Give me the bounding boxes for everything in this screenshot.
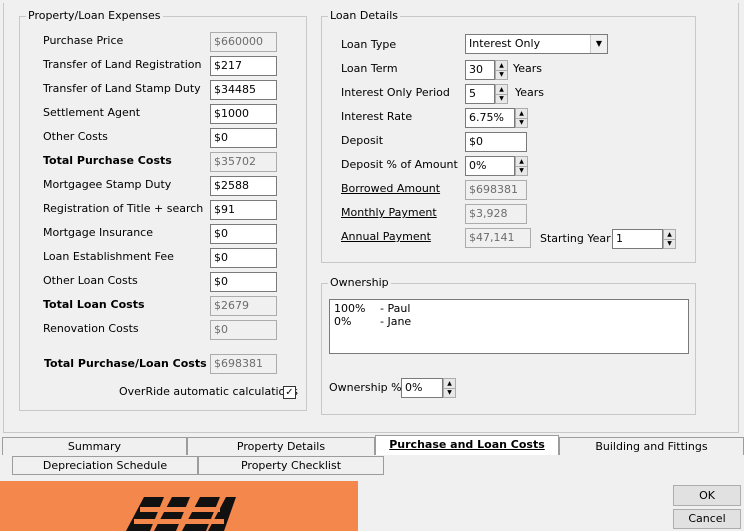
expense-row-field[interactable]: $91 bbox=[210, 200, 277, 220]
loan-type-select[interactable]: Interest Only ▼ bbox=[465, 34, 608, 54]
expense-row-label: Total Purchase Costs bbox=[43, 154, 172, 167]
interest-rate-input[interactable]: 6.75% bbox=[465, 108, 515, 128]
expense-row-label: Mortgage Insurance bbox=[43, 226, 153, 239]
expense-row-field: $0 bbox=[210, 320, 277, 340]
ownership-pct-label: Ownership % bbox=[329, 381, 402, 394]
group-title: Ownership bbox=[328, 276, 391, 289]
expense-row-label: Loan Establishment Fee bbox=[43, 250, 174, 263]
group-title: Property/Loan Expenses bbox=[26, 9, 163, 22]
ownership-pct-input[interactable]: 0% bbox=[401, 378, 443, 398]
tab-summary[interactable]: Summary bbox=[2, 437, 187, 455]
expense-row-label: Total Loan Costs bbox=[43, 298, 145, 311]
expense-row-label: Purchase Price bbox=[43, 34, 124, 47]
expense-row-field[interactable]: $0 bbox=[210, 272, 277, 292]
loan-term-unit: Years bbox=[513, 62, 543, 75]
io-period-input[interactable]: 5 bbox=[465, 84, 495, 104]
monthly-payment-link[interactable]: Monthly Payment bbox=[341, 206, 437, 219]
total-purchase-loan-costs-label: Total Purchase/Loan Costs bbox=[44, 357, 207, 370]
expense-row-label: Mortgagee Stamp Duty bbox=[43, 178, 172, 191]
loan-term-spinner[interactable]: ▲ ▼ bbox=[495, 60, 508, 80]
expense-row-field: $35702 bbox=[210, 152, 277, 172]
tab-property-details[interactable]: Property Details bbox=[187, 437, 375, 455]
deposit-input[interactable]: $0 bbox=[465, 132, 527, 152]
expense-row-field[interactable]: $217 bbox=[210, 56, 277, 76]
group-title: Loan Details bbox=[328, 9, 401, 22]
borrowed-amount-field: $698381 bbox=[465, 180, 527, 200]
expense-row-field[interactable]: $2588 bbox=[210, 176, 277, 196]
tab-purchase-and-loan-costs[interactable]: Purchase and Loan Costs bbox=[375, 435, 559, 455]
owner-name: - Paul bbox=[380, 302, 411, 315]
monthly-payment-field: $3,928 bbox=[465, 204, 527, 224]
expense-row-field[interactable]: $0 bbox=[210, 224, 277, 244]
chevron-down-icon[interactable]: ▼ bbox=[590, 35, 607, 53]
ok-button[interactable]: OK bbox=[673, 485, 741, 506]
spin-down-icon[interactable]: ▼ bbox=[516, 118, 527, 127]
cancel-button[interactable]: Cancel bbox=[673, 509, 741, 529]
loan-term-label: Loan Term bbox=[341, 62, 398, 75]
ownership-list[interactable]: 100% - Paul 0% - Jane bbox=[329, 299, 689, 354]
override-label: OverRide automatic calculations bbox=[119, 385, 298, 398]
owner-name: - Jane bbox=[380, 315, 412, 328]
io-period-spinner[interactable]: ▲ ▼ bbox=[495, 84, 508, 104]
expense-row-field[interactable]: $0 bbox=[210, 248, 277, 268]
spin-down-icon[interactable]: ▼ bbox=[496, 94, 507, 103]
company-logo bbox=[126, 497, 236, 531]
borrowed-amount-link[interactable]: Borrowed Amount bbox=[341, 182, 440, 195]
deposit-pct-spinner[interactable]: ▲ ▼ bbox=[515, 156, 528, 176]
ownership-pct-spinner[interactable]: ▲ ▼ bbox=[443, 378, 456, 398]
expense-row-field[interactable]: $34485 bbox=[210, 80, 277, 100]
override-checkbox[interactable]: ✓ bbox=[283, 386, 296, 399]
deposit-pct-label: Deposit % of Amount bbox=[341, 158, 458, 171]
spin-down-icon[interactable]: ▼ bbox=[496, 70, 507, 79]
io-period-label: Interest Only Period bbox=[341, 86, 450, 99]
expense-row-label: Settlement Agent bbox=[43, 106, 141, 119]
expense-row-label: Registration of Title + search bbox=[43, 202, 204, 215]
expense-row-field[interactable]: $1000 bbox=[210, 104, 277, 124]
loan-type-value: Interest Only bbox=[469, 37, 541, 50]
starting-year-label: Starting Year bbox=[540, 232, 611, 245]
io-period-unit: Years bbox=[515, 86, 545, 99]
spin-down-icon[interactable]: ▼ bbox=[444, 388, 455, 397]
expense-row-label: Renovation Costs bbox=[43, 322, 139, 335]
tab-building-and-fittings[interactable]: Building and Fittings bbox=[559, 437, 744, 455]
loan-type-label: Loan Type bbox=[341, 38, 397, 51]
deposit-label: Deposit bbox=[341, 134, 384, 147]
tab-property-checklist[interactable]: Property Checklist bbox=[198, 456, 384, 475]
expense-row-field[interactable]: $0 bbox=[210, 128, 277, 148]
brand-banner bbox=[0, 481, 358, 531]
total-purchase-loan-costs-field: $698381 bbox=[210, 354, 277, 374]
annual-payment-link[interactable]: Annual Payment bbox=[341, 230, 431, 243]
expense-row-field: $660000 bbox=[210, 32, 277, 52]
starting-year-input[interactable]: 1 bbox=[612, 229, 663, 249]
expense-row-label: Other Loan Costs bbox=[43, 274, 138, 287]
deposit-pct-input[interactable]: 0% bbox=[465, 156, 515, 176]
interest-rate-spinner[interactable]: ▲ ▼ bbox=[515, 108, 528, 128]
spin-down-icon[interactable]: ▼ bbox=[516, 166, 527, 175]
loan-term-input[interactable]: 30 bbox=[465, 60, 495, 80]
spin-down-icon[interactable]: ▼ bbox=[664, 239, 675, 248]
interest-rate-label: Interest Rate bbox=[341, 110, 413, 123]
expense-row-label: Transfer of Land Registration bbox=[43, 58, 202, 71]
starting-year-spinner[interactable]: ▲ ▼ bbox=[663, 229, 676, 249]
owner-pct: 100% bbox=[334, 302, 366, 315]
owner-pct: 0% bbox=[334, 315, 352, 328]
expense-row-label: Other Costs bbox=[43, 130, 108, 143]
tab-depreciation-schedule[interactable]: Depreciation Schedule bbox=[12, 456, 198, 475]
expense-row-label: Transfer of Land Stamp Duty bbox=[43, 82, 201, 95]
annual-payment-field: $47,141 bbox=[465, 228, 531, 248]
expense-row-field: $2679 bbox=[210, 296, 277, 316]
